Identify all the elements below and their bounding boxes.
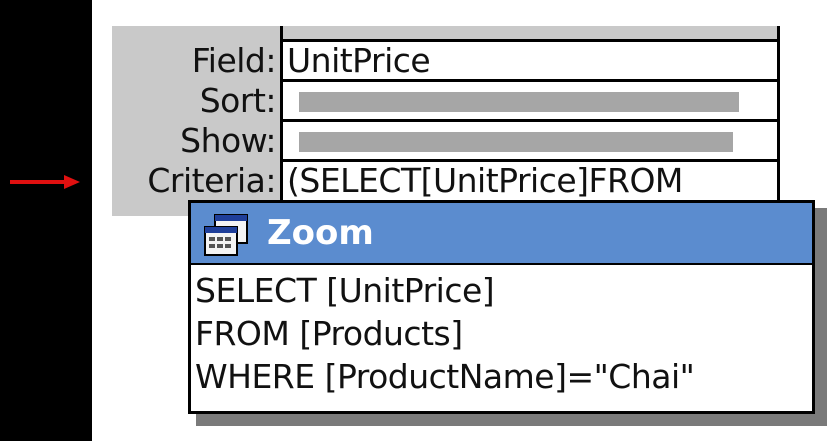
criteria-label: Criteria:	[147, 161, 276, 200]
zoom-window-icon	[204, 214, 248, 256]
row-labels: Field: Sort: Show: Criteria:	[112, 26, 280, 216]
show-checkbox-area[interactable]	[299, 132, 733, 152]
field-cell[interactable]: UnitPrice	[283, 42, 777, 82]
sort-dropdown[interactable]	[299, 92, 739, 112]
criteria-cell[interactable]: (SELECT[UnitPrice]FROM	[283, 162, 777, 202]
sql-line-from: FROM [Products]	[195, 314, 463, 353]
sql-line-where: WHERE [ProductName]="Chai"	[195, 357, 695, 396]
criteria-value: (SELECT[UnitPrice]FROM	[287, 163, 683, 199]
sort-label: Sort:	[199, 81, 277, 120]
zoom-titlebar[interactable]: Zoom	[191, 203, 812, 265]
query-design-grid: Field: Sort: Show: Criteria: UnitPrice (…	[112, 26, 780, 216]
show-cell[interactable]	[283, 122, 777, 162]
zoom-dialog[interactable]: Zoom SELECT [UnitPrice] FROM [Products] …	[188, 200, 815, 414]
pointer-arrow-icon	[10, 175, 80, 189]
column-selector[interactable]	[283, 26, 777, 42]
grid-column: UnitPrice (SELECT[UnitPrice]FROM	[280, 26, 780, 216]
show-label: Show:	[180, 121, 276, 160]
zoom-title: Zoom	[267, 213, 374, 253]
sort-cell[interactable]	[283, 82, 777, 122]
field-value: UnitPrice	[287, 43, 431, 79]
zoom-text-area[interactable]: SELECT [UnitPrice] FROM [Products] WHERE…	[195, 269, 808, 398]
field-label: Field:	[191, 41, 277, 80]
sql-line-select: SELECT [UnitPrice]	[195, 271, 495, 310]
screen: Field: Sort: Show: Criteria: UnitPrice (…	[0, 0, 834, 441]
